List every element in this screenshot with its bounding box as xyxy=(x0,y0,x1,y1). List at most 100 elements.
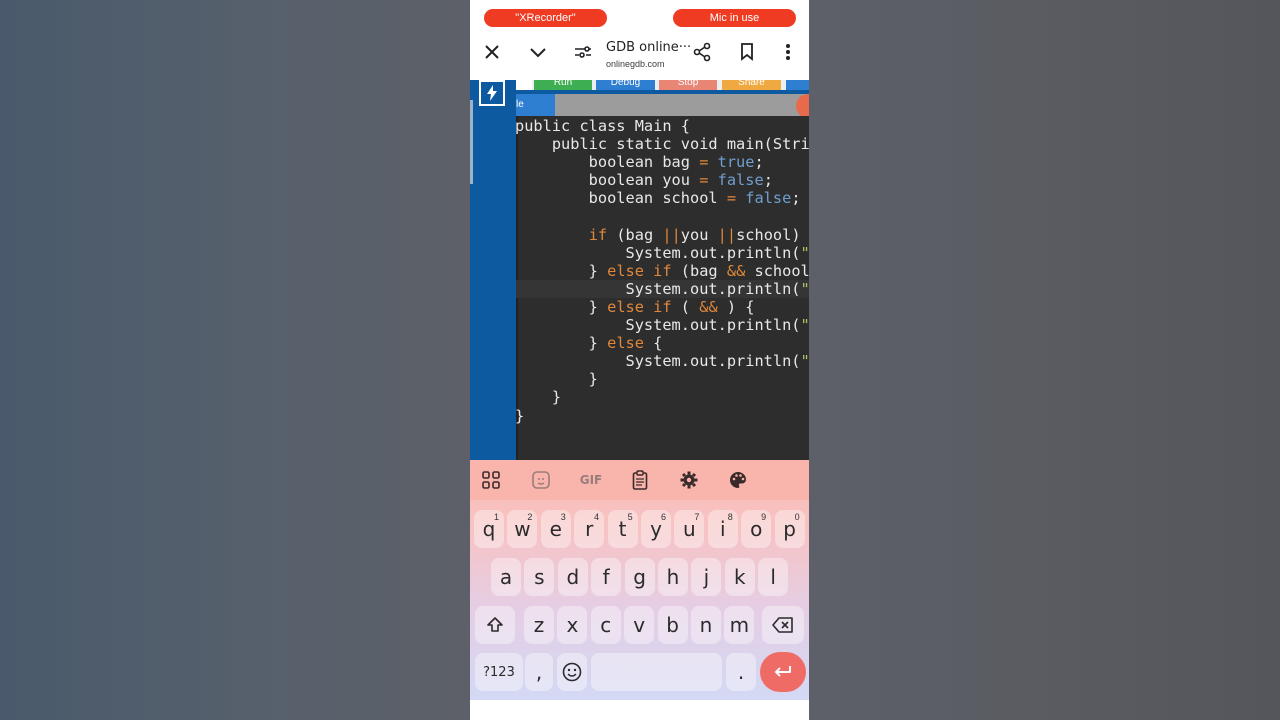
key-x[interactable]: x xyxy=(557,606,588,644)
key-j[interactable]: j xyxy=(691,558,722,596)
file-tab-bar: le xyxy=(516,94,809,118)
key-a[interactable]: a xyxy=(491,558,521,596)
phone-screen: "XRecorder" Mic in use GDB online··· onl… xyxy=(470,0,809,720)
lightning-icon[interactable] xyxy=(479,80,505,106)
comma-key[interactable]: , xyxy=(525,653,553,691)
recorder-indicator: "XRecorder" xyxy=(484,9,607,27)
key-label: c xyxy=(600,613,612,637)
code-token: public static void main(Strin xyxy=(516,135,809,154)
emoji-key[interactable] xyxy=(557,653,587,691)
code-token: "Y xyxy=(800,243,810,262)
stop-button[interactable]: Stop xyxy=(659,80,717,90)
key-d[interactable]: d xyxy=(557,558,588,596)
key-i[interactable]: i8 xyxy=(707,510,738,548)
period-key[interactable]: . xyxy=(726,653,756,691)
key-g[interactable]: g xyxy=(624,558,655,596)
key-number-hint: 1 xyxy=(493,512,499,522)
key-p[interactable]: p0 xyxy=(774,510,805,548)
space-bar[interactable] xyxy=(591,653,722,691)
symbols-key[interactable]: ?123 xyxy=(475,653,523,691)
clipboard-icon[interactable] xyxy=(628,468,652,492)
run-button[interactable]: Run xyxy=(534,80,592,90)
code-token: System.out.println( xyxy=(516,352,801,371)
tab-main-file[interactable]: le xyxy=(516,94,555,116)
code-line: public class Main { xyxy=(516,117,809,135)
code-line: } xyxy=(516,407,809,425)
code-token: && xyxy=(699,297,718,316)
key-number-hint: 3 xyxy=(560,512,566,522)
key-label: d xyxy=(566,565,580,589)
site-settings-icon[interactable] xyxy=(571,40,595,64)
code-token: = xyxy=(726,189,737,208)
code-token: ; xyxy=(791,189,801,208)
key-number-hint: 4 xyxy=(594,512,600,522)
code-token: " xyxy=(800,352,810,371)
key-label: l xyxy=(770,565,776,589)
code-editor[interactable]: public class Main { public static void m… xyxy=(516,116,809,460)
code-token: else xyxy=(607,297,644,316)
save-button[interactable] xyxy=(786,80,809,90)
file-button[interactable] xyxy=(516,80,532,90)
key-n[interactable]: n xyxy=(691,606,721,644)
side-panel-scrollbar[interactable] xyxy=(470,100,473,184)
close-icon[interactable] xyxy=(480,40,504,64)
key-s[interactable]: s xyxy=(524,558,555,596)
key-w[interactable]: w2 xyxy=(507,510,538,548)
key-number-hint: 5 xyxy=(627,512,633,522)
key-u[interactable]: u7 xyxy=(674,510,705,548)
bookmark-icon[interactable] xyxy=(735,40,759,64)
code-line: System.out.println(" xyxy=(516,316,810,334)
key-c[interactable]: c xyxy=(590,606,621,644)
key-f[interactable]: f xyxy=(591,558,622,596)
debug-button[interactable]: Debug xyxy=(596,80,655,90)
shift-key[interactable] xyxy=(475,606,515,644)
sticker-icon[interactable] xyxy=(529,468,553,492)
key-number-hint: 6 xyxy=(660,512,666,522)
page-url: onlinegdb.com xyxy=(606,59,665,69)
key-l[interactable]: l xyxy=(758,558,789,596)
key-v[interactable]: v xyxy=(624,606,655,644)
record-button[interactable] xyxy=(796,94,809,118)
key-label: v xyxy=(633,613,646,637)
more-options-icon[interactable] xyxy=(776,40,800,64)
code-token: } xyxy=(516,261,608,280)
code-token: else xyxy=(607,334,644,353)
chevron-down-icon[interactable] xyxy=(526,40,550,64)
key-k[interactable]: k xyxy=(724,558,755,596)
code-token: if xyxy=(653,297,672,316)
apps-grid-icon[interactable] xyxy=(479,468,503,492)
code-token: ) { xyxy=(717,297,755,316)
share-icon[interactable] xyxy=(690,40,714,64)
code-token: (bag xyxy=(671,261,727,280)
settings-icon[interactable] xyxy=(677,468,701,492)
key-number-hint: 0 xyxy=(794,512,800,522)
key-m[interactable]: m xyxy=(724,606,755,644)
key-r[interactable]: r4 xyxy=(574,510,605,548)
key-y[interactable]: y6 xyxy=(641,510,671,548)
key-h[interactable]: h xyxy=(658,558,688,596)
backspace-key[interactable] xyxy=(762,606,804,644)
gif-icon[interactable]: GIF xyxy=(576,468,606,492)
code-token: } xyxy=(516,297,608,316)
browser-toolbar: GDB online··· onlinegdb.com xyxy=(470,30,809,80)
key-label: n xyxy=(699,613,713,637)
code-token: || xyxy=(717,225,737,244)
enter-key[interactable] xyxy=(760,652,806,692)
key-q[interactable]: q1 xyxy=(474,510,504,548)
key-t[interactable]: t5 xyxy=(607,510,638,548)
key-label: j xyxy=(703,565,710,589)
key-o[interactable]: o9 xyxy=(741,510,772,548)
code-token: "Y xyxy=(800,279,810,298)
key-label: s xyxy=(534,565,545,589)
code-token: if xyxy=(653,261,672,280)
code-line: boolean bag = true; xyxy=(516,153,809,171)
key-z[interactable]: z xyxy=(524,606,554,644)
key-b[interactable]: b xyxy=(657,606,688,644)
palette-icon[interactable] xyxy=(726,468,750,492)
key-e[interactable]: e3 xyxy=(540,510,571,548)
share-button[interactable]: Share xyxy=(722,80,781,90)
code-token: } xyxy=(516,407,524,425)
